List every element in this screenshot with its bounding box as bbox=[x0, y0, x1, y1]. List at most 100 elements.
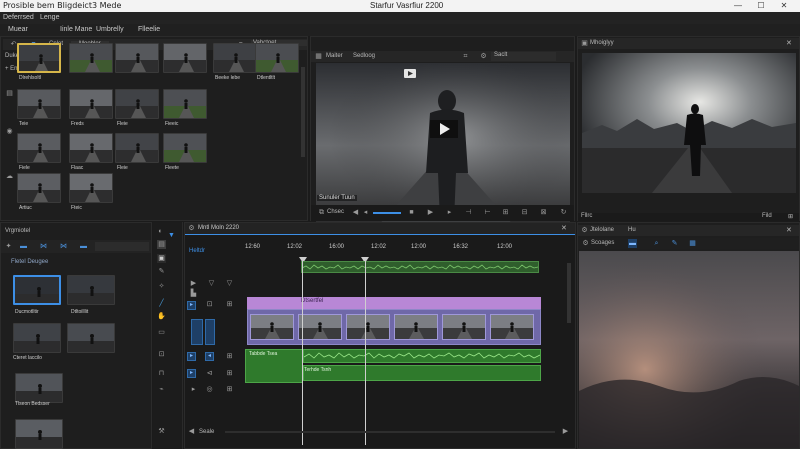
wrench-tool-icon[interactable]: ⚒ bbox=[157, 427, 166, 436]
audio-clip-a1[interactable] bbox=[303, 349, 541, 363]
grid-view-icon[interactable]: ▦ bbox=[688, 239, 697, 248]
timeline-vscroll[interactable] bbox=[567, 263, 571, 323]
track-play-icon[interactable]: ▶ bbox=[189, 279, 198, 288]
project-thumbnail[interactable] bbox=[163, 89, 207, 119]
cloud-icon[interactable]: ☁ bbox=[5, 172, 14, 181]
source-video-frame[interactable] bbox=[316, 63, 570, 228]
export-frame-icon[interactable]: ⊠ bbox=[539, 208, 548, 217]
project-thumbnail[interactable] bbox=[115, 43, 159, 73]
track-toggle-icon-2[interactable]: ▽ bbox=[225, 279, 234, 288]
scopes-tab1[interactable]: Jtelolane bbox=[590, 227, 614, 233]
menu-item-lenge[interactable]: Lenge bbox=[40, 14, 59, 21]
link-tool-icon[interactable]: ╱ bbox=[157, 299, 166, 308]
brush-icon[interactable]: ✎ bbox=[670, 239, 679, 248]
loop-icon[interactable]: ↻ bbox=[559, 208, 568, 217]
project-thumbnail[interactable] bbox=[17, 173, 61, 203]
audio-clip-a2[interactable]: Terhde Tsnh bbox=[303, 365, 541, 381]
tab-muear[interactable]: Muear bbox=[8, 26, 28, 33]
play-icon[interactable]: ▶ bbox=[426, 208, 435, 217]
playhead-out[interactable] bbox=[365, 259, 366, 445]
pen-tool-icon[interactable]: ✧ bbox=[157, 282, 166, 291]
settings-icon[interactable]: ⚙ bbox=[479, 52, 488, 61]
tab-umbrelly[interactable]: Umbrelly bbox=[96, 26, 124, 33]
track-voice-icon[interactable]: ◎ bbox=[205, 385, 214, 394]
effect-thumbnail[interactable] bbox=[15, 373, 63, 403]
project-thumbnail[interactable] bbox=[115, 133, 159, 163]
track-toggle-icon[interactable]: ▽ bbox=[207, 279, 216, 288]
video-clip-header[interactable]: Dtsertfel bbox=[247, 297, 541, 309]
split-icon[interactable]: ⋈ bbox=[59, 242, 68, 251]
next-frame-icon[interactable]: ▸ bbox=[445, 208, 454, 217]
video-clip[interactable] bbox=[247, 309, 541, 345]
tab-sedloog[interactable]: Sedloog bbox=[353, 53, 375, 59]
scroll-right-icon[interactable]: ▶ bbox=[561, 427, 570, 436]
effects-search-input[interactable] bbox=[95, 242, 149, 251]
waveform-icon[interactable]: ▬ bbox=[628, 239, 637, 248]
list-view-icon[interactable]: ▬ bbox=[19, 242, 28, 251]
project-thumbnail[interactable] bbox=[17, 89, 61, 119]
scopes-close-icon[interactable]: ✕ bbox=[786, 226, 792, 234]
track-mute-a1[interactable]: ◂ bbox=[205, 352, 214, 361]
track-target-v1[interactable]: ▸ bbox=[187, 301, 196, 310]
maximize-button[interactable]: ☐ bbox=[750, 0, 772, 12]
timeline-close-icon[interactable]: ✕ bbox=[561, 224, 567, 232]
panel-close-icon[interactable]: ✕ bbox=[786, 39, 792, 47]
project-thumbnail[interactable] bbox=[163, 133, 207, 163]
project-thumbnail[interactable] bbox=[17, 43, 61, 73]
track-expand-icon[interactable]: ▸ bbox=[189, 385, 198, 394]
project-thumbnail[interactable] bbox=[115, 89, 159, 119]
search-icon[interactable]: ⌕ bbox=[652, 239, 661, 248]
track-select-icon[interactable]: ▼ bbox=[167, 231, 176, 240]
step-back-icon[interactable]: ◀ bbox=[351, 208, 360, 217]
project-thumbnail[interactable] bbox=[255, 43, 299, 73]
effect-thumbnail[interactable] bbox=[13, 275, 61, 305]
timeline-hscroll[interactable] bbox=[225, 431, 555, 433]
ripple-tool-icon[interactable]: ▤ bbox=[157, 240, 166, 249]
mark-in-icon[interactable]: ⊣ bbox=[464, 208, 473, 217]
close-button[interactable]: ✕ bbox=[773, 0, 795, 12]
merge-icon[interactable]: ⋈ bbox=[39, 242, 48, 251]
tab-flleelie[interactable]: Flleelie bbox=[138, 26, 160, 33]
timeline-tab[interactable]: Mntl Moln 2220 bbox=[198, 225, 239, 231]
minimize-button[interactable]: — bbox=[727, 0, 749, 12]
crop-icon[interactable]: ⌗ bbox=[461, 52, 470, 61]
project-scrollbar[interactable] bbox=[301, 67, 305, 157]
effect-thumbnail[interactable] bbox=[67, 323, 115, 353]
track-mute-a2[interactable]: ⊲ bbox=[205, 369, 214, 378]
mark-out-icon[interactable]: ⊢ bbox=[483, 208, 492, 217]
menu-item-deferrsed[interactable]: Deferrsed bbox=[3, 14, 34, 21]
playhead-in[interactable] bbox=[302, 259, 303, 445]
clip-icon[interactable]: ⧉ bbox=[317, 208, 326, 217]
scopes-settings-icon[interactable]: ⚙ bbox=[581, 239, 590, 248]
tab-iinle-mane[interactable]: Iinle Mane bbox=[60, 26, 92, 33]
project-thumbnail[interactable] bbox=[163, 43, 207, 73]
scroll-left-icon[interactable]: ◀ bbox=[187, 427, 196, 436]
insert-icon[interactable]: ⊞ bbox=[501, 208, 510, 217]
razor-tool-icon[interactable]: ▣ bbox=[157, 254, 166, 263]
eye-toggle-icon[interactable]: ⊞ bbox=[225, 300, 234, 309]
project-thumbnail[interactable] bbox=[69, 133, 113, 163]
audio-tool-icon[interactable]: ⌁ bbox=[157, 385, 166, 394]
effect-thumbnail[interactable] bbox=[13, 323, 61, 353]
eye-icon[interactable]: ◉ bbox=[5, 127, 14, 136]
track-settings-icon[interactable]: ⊞ bbox=[225, 385, 234, 394]
program-video-frame[interactable] bbox=[582, 53, 796, 193]
volume-slider[interactable] bbox=[373, 212, 401, 214]
grid-icon[interactable]: ▦ bbox=[314, 52, 323, 61]
track-target-v2[interactable] bbox=[191, 319, 203, 345]
marker-tool-icon[interactable]: ⊓ bbox=[157, 369, 166, 378]
track-target-a2[interactable]: ▸ bbox=[187, 369, 196, 378]
project-thumbnail[interactable] bbox=[69, 43, 113, 73]
scopes-preview[interactable] bbox=[579, 251, 799, 448]
sync-lock-icon[interactable]: ⊡ bbox=[205, 300, 214, 309]
prev-frame-icon[interactable]: ◂ bbox=[361, 208, 370, 217]
hand-tool-icon[interactable]: ✋ bbox=[157, 312, 166, 321]
film-icon[interactable]: ▤ bbox=[5, 89, 14, 98]
add-icon[interactable]: ✦ bbox=[4, 242, 13, 251]
effect-thumbnail[interactable] bbox=[15, 419, 63, 449]
scopes-tab2[interactable]: Hu bbox=[628, 227, 636, 233]
track-lock-v2[interactable] bbox=[205, 319, 215, 345]
stop-icon[interactable]: ■ bbox=[407, 208, 416, 217]
effect-thumbnail[interactable] bbox=[67, 275, 115, 305]
overwrite-icon[interactable]: ⊟ bbox=[520, 208, 529, 217]
